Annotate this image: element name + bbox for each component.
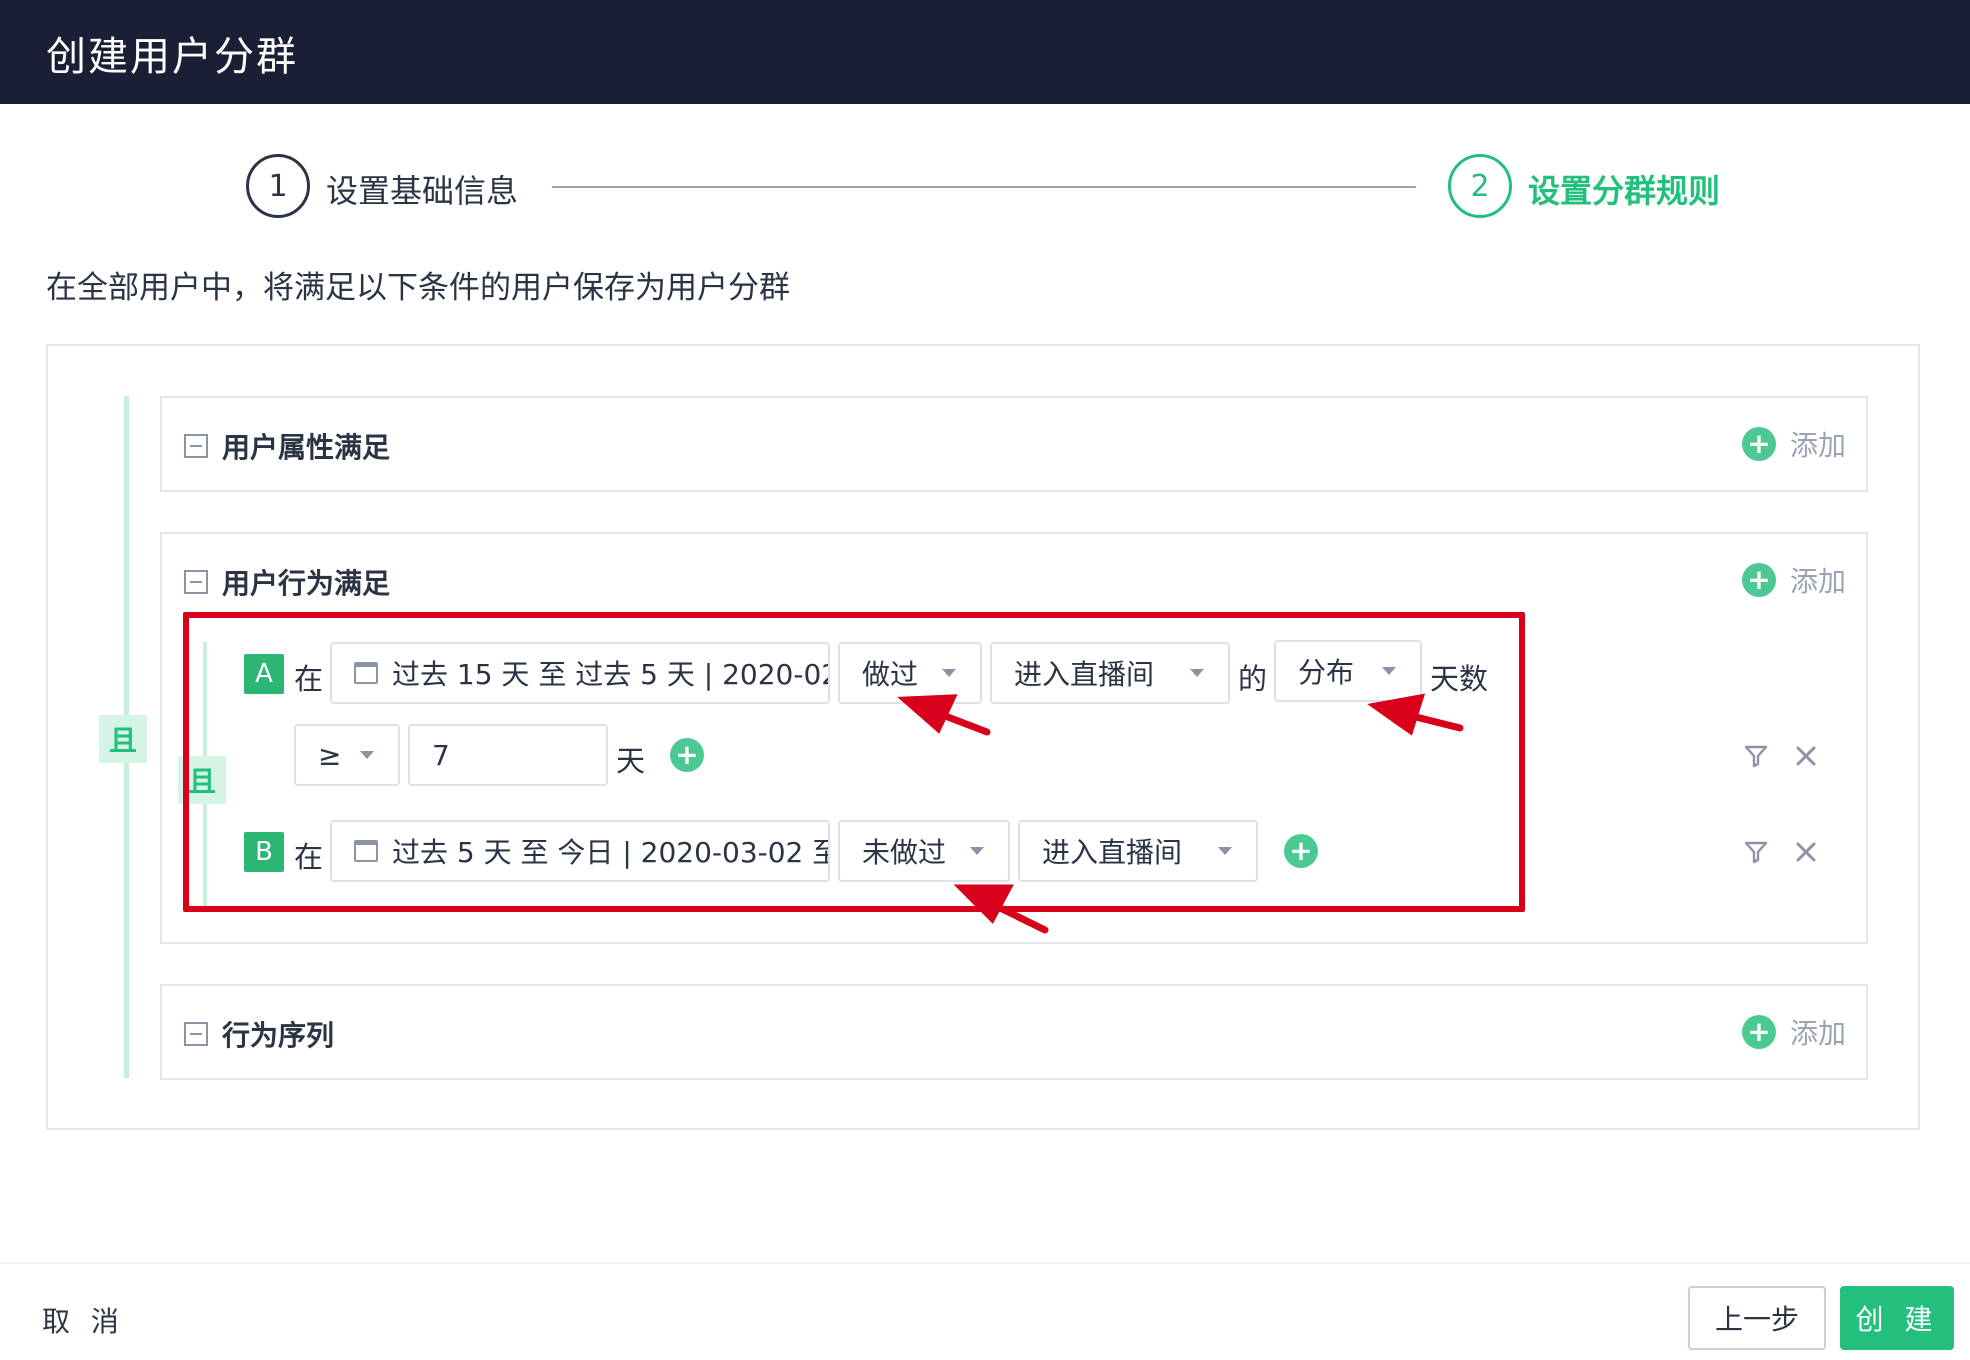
step-indicator: 1 设置基础信息 2 设置分群规则: [0, 150, 1970, 226]
section-title: 用户行为满足: [222, 567, 391, 600]
section-header: 行为序列: [184, 1014, 334, 1054]
cancel-button[interactable]: 取 消: [42, 1300, 125, 1340]
add-behavior-button[interactable]: + 添加: [1741, 560, 1846, 600]
plus-circle-icon: +: [1741, 1015, 1776, 1049]
section-title: 行为序列: [222, 1019, 335, 1052]
section-header: 用户属性满足: [184, 426, 390, 466]
header-bar: 创建用户分群: [0, 0, 1970, 104]
page-title: 创建用户分群: [46, 34, 298, 80]
section-behavior-sequence: 行为序列 + 添加: [160, 984, 1868, 1080]
plus-circle-icon: +: [1741, 563, 1776, 597]
collapse-icon[interactable]: [184, 434, 208, 458]
add-label: 添加: [1789, 429, 1846, 462]
add-label: 添加: [1789, 1017, 1846, 1050]
section-title: 用户属性满足: [222, 431, 391, 464]
collapse-icon[interactable]: [184, 570, 208, 594]
step-connector: [552, 186, 1416, 188]
step-1-number: 1: [246, 154, 310, 218]
rule-b-filter-icon[interactable]: [1740, 836, 1772, 868]
rule-b-close-icon[interactable]: [1790, 836, 1822, 868]
step-2-number: 2: [1448, 154, 1512, 218]
create-button[interactable]: 创 建: [1840, 1286, 1954, 1350]
step-2-label: 设置分群规则: [1528, 172, 1721, 210]
rule-a-filter-icon[interactable]: [1740, 740, 1772, 772]
section-header: 用户行为满足: [184, 562, 390, 602]
step-1-label: 设置基础信息: [326, 172, 519, 210]
rule-description: 在全部用户中，将满足以下条件的用户保存为用户分群: [46, 270, 790, 306]
and-toggle-outer[interactable]: 且: [99, 715, 147, 763]
footer-bar: 取 消 上一步 创 建: [0, 1262, 1970, 1360]
collapse-icon[interactable]: [184, 1022, 208, 1046]
plus-circle-icon: +: [1741, 427, 1776, 461]
add-label: 添加: [1789, 565, 1846, 598]
add-sequence-button[interactable]: + 添加: [1741, 1012, 1846, 1052]
previous-step-button[interactable]: 上一步: [1688, 1286, 1826, 1350]
add-attribute-button[interactable]: + 添加: [1741, 424, 1846, 464]
annotation-highlight-box: [183, 612, 1525, 912]
rule-a-close-icon[interactable]: [1790, 740, 1822, 772]
section-user-attributes: 用户属性满足 + 添加: [160, 396, 1868, 492]
